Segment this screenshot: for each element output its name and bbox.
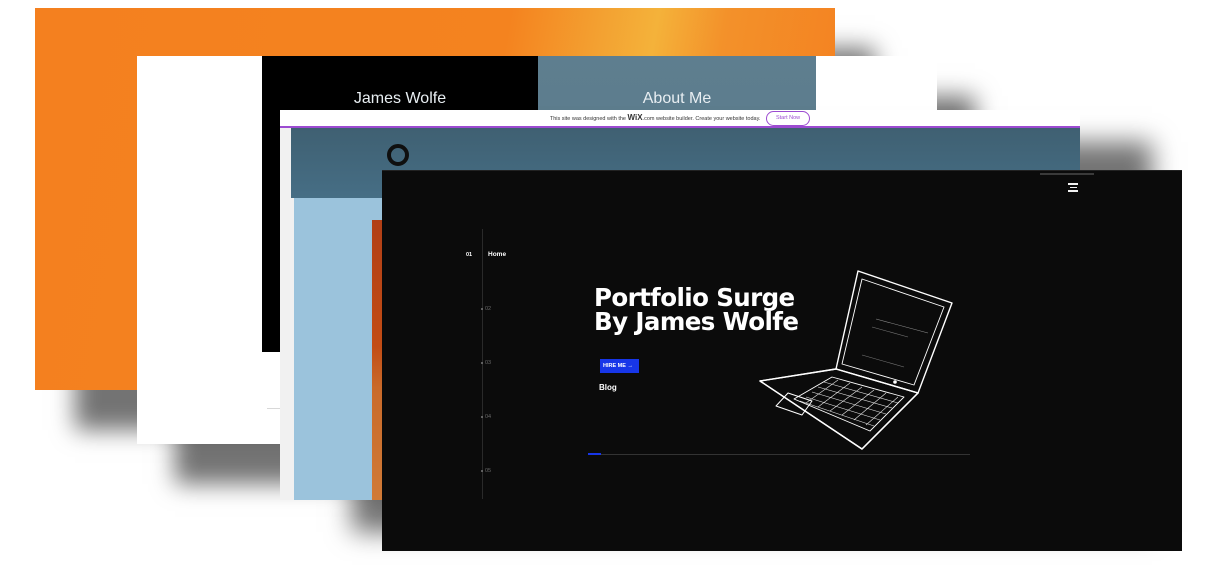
wix-promo-banner: This site was designed with the WiX.com … xyxy=(280,110,1080,128)
nav-dot xyxy=(481,362,483,364)
nav-dot xyxy=(481,470,483,472)
ring-logo-icon xyxy=(387,144,409,166)
banner-text-before: This site was designed with the xyxy=(549,116,626,122)
nav-rail xyxy=(482,229,483,499)
arrow-right-icon: → xyxy=(627,363,633,369)
about-heading: About Me xyxy=(642,90,712,107)
hire-me-label: HIRE ME xyxy=(603,363,626,369)
wix-logo: WiX xyxy=(627,113,643,122)
nav-number-01[interactable]: 01 xyxy=(466,252,472,258)
progress-fill xyxy=(588,453,602,455)
laptop-illustration xyxy=(759,270,953,450)
nav-number-04[interactable]: 04 xyxy=(485,414,491,420)
nav-number-02[interactable]: 02 xyxy=(485,306,491,312)
nav-dot xyxy=(481,308,483,310)
blog-link[interactable]: Blog xyxy=(599,383,617,392)
portfolio-page-card[interactable]: 01 Home 02 03 04 05 Portfolio Surge By J… xyxy=(382,170,1182,551)
nav-number-05[interactable]: 05 xyxy=(485,468,491,474)
hire-me-button[interactable]: HIRE ME → xyxy=(600,359,639,373)
nav-item-home[interactable]: Home xyxy=(488,251,506,258)
hamburger-menu-icon[interactable] xyxy=(1068,183,1078,194)
start-now-button[interactable]: Start Now xyxy=(765,111,811,127)
progress-track xyxy=(588,453,970,455)
scroll-indicator xyxy=(1040,173,1094,175)
name-heading: James Wolfe xyxy=(353,90,447,107)
nav-dot xyxy=(481,416,483,418)
banner-text-after: .com website builder. Create your websit… xyxy=(642,116,761,122)
nav-number-03[interactable]: 03 xyxy=(485,360,491,366)
